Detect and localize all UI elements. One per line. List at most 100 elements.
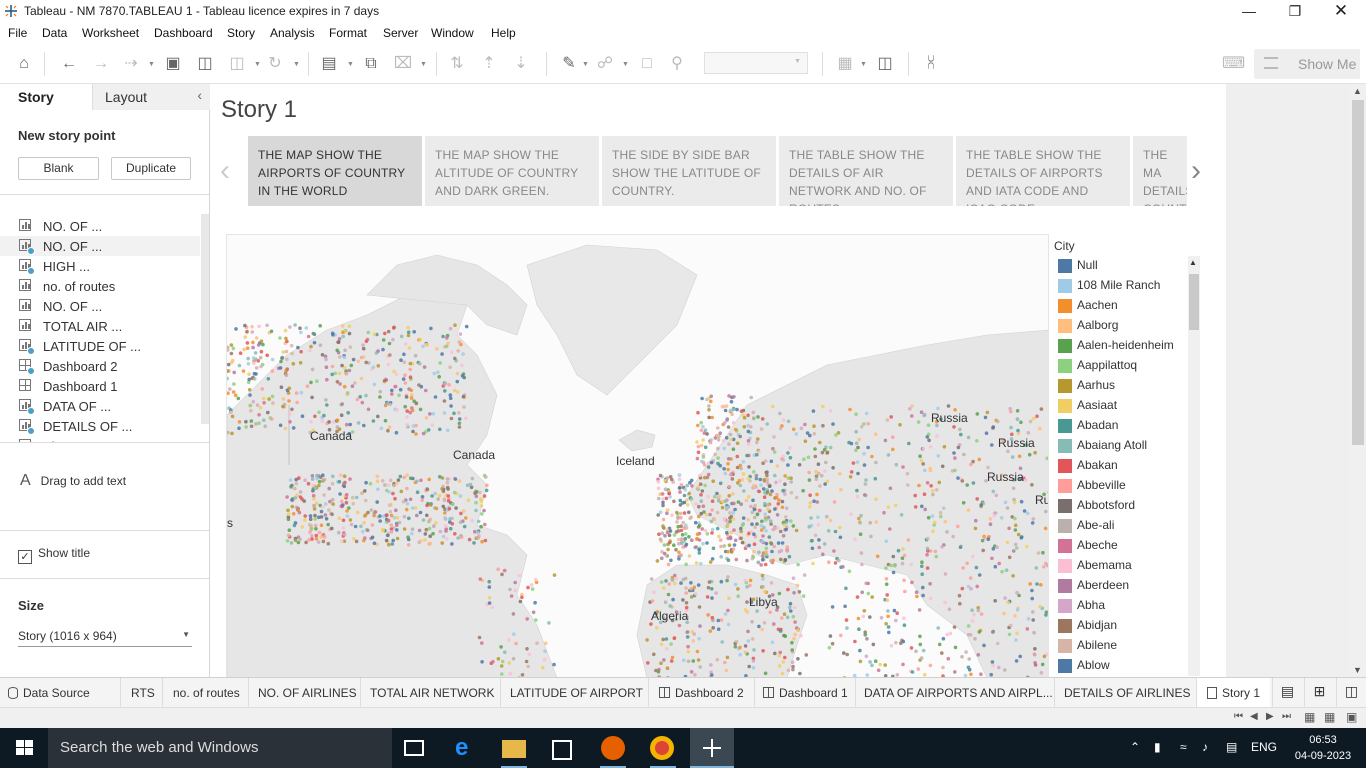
- airports-map[interactable]: Canada Canada Iceland Russia Russia Russ…: [226, 234, 1049, 677]
- story-point-4[interactable]: THE TABLE SHOW THE DETAILS OF AIR NETWOR…: [779, 136, 953, 206]
- tab-story-1[interactable]: Story 1: [1196, 678, 1270, 708]
- duplicate-sheet-icon[interactable]: ⧉: [360, 53, 382, 75]
- firefox-icon[interactable]: [601, 736, 625, 760]
- tab-no-of-airlines[interactable]: NO. OF AIRLINES: [248, 678, 357, 708]
- restore-button[interactable]: ❐: [1272, 0, 1318, 22]
- next-story-point-icon[interactable]: ›: [1191, 154, 1201, 188]
- sort-ascending-icon[interactable]: ⇡: [478, 53, 500, 75]
- undo-icon[interactable]: ←: [58, 53, 80, 75]
- collapse-pane-icon[interactable]: ‹: [197, 87, 202, 103]
- sheet-list-item[interactable]: LATITUDE OF ...: [0, 336, 200, 356]
- story-point-5[interactable]: THE TABLE SHOW THE DETAILS OF AIRPORTS A…: [956, 136, 1130, 206]
- show-me-button[interactable]: Show Me: [1254, 49, 1360, 79]
- highlight-icon[interactable]: ✎: [558, 53, 580, 75]
- replay-icon[interactable]: ⇢: [120, 53, 142, 75]
- clear-sheet-icon[interactable]: ⌧: [392, 53, 414, 75]
- taskbar-clock[interactable]: 06:53 04-09-2023: [1290, 732, 1356, 764]
- sheet-sorter-icon[interactable]: ▦: [1304, 710, 1315, 724]
- last-sheet-icon[interactable]: ⏭: [1282, 711, 1291, 722]
- story-point-3[interactable]: THE SIDE BY SIDE BAR SHOW THE LATITUDE O…: [602, 136, 776, 206]
- menu-analysis[interactable]: Analysis: [270, 26, 315, 40]
- home-icon[interactable]: ⌂: [13, 53, 35, 75]
- menu-story[interactable]: Story: [227, 26, 255, 40]
- new-dashboard-tab-icon[interactable]: ⊞: [1304, 678, 1334, 708]
- tableau-taskbar-button[interactable]: [690, 728, 734, 768]
- sheet-list-item[interactable]: HIGH ...: [0, 256, 200, 276]
- notifications-icon[interactable]: ▤: [1226, 740, 1237, 754]
- labels-icon[interactable]: □: [636, 53, 658, 75]
- show-title-checkbox[interactable]: ✓ Show title: [18, 546, 90, 564]
- fix-axes-icon[interactable]: ⚲: [666, 53, 688, 75]
- story-point-2[interactable]: THE MAP SHOW THE ALTITUDE OF COUNTRY AND…: [425, 136, 599, 206]
- sheet-list-item[interactable]: DETAILS OF ...: [0, 416, 200, 436]
- edge-icon[interactable]: e: [455, 736, 479, 760]
- refresh-icon[interactable]: ↻: [264, 53, 286, 75]
- story-size-dropdown[interactable]: Story (1016 x 964) ▼: [18, 625, 192, 647]
- menu-dashboard[interactable]: Dashboard: [154, 26, 213, 40]
- windows-start-icon[interactable]: [16, 740, 33, 756]
- duplicate-button[interactable]: Duplicate: [111, 157, 191, 180]
- group-icon[interactable]: ☍: [594, 53, 616, 75]
- format-painter-icon[interactable]: ⌨: [1222, 53, 1245, 75]
- pause-updates-icon[interactable]: ◫: [226, 53, 248, 75]
- store-icon[interactable]: [552, 740, 572, 760]
- first-sheet-icon[interactable]: ⏮: [1234, 711, 1243, 722]
- sort-descending-icon[interactable]: ⇣: [510, 53, 532, 75]
- sheet-list-item[interactable]: no. of routes: [0, 276, 200, 296]
- new-story-tab-icon[interactable]: ◫: [1336, 678, 1366, 708]
- tab-data-of-airports[interactable]: DATA OF AIRPORTS AND AIRPL...: [855, 678, 1053, 708]
- tab-rts[interactable]: RTS: [120, 678, 155, 708]
- main-vertical-scrollbar[interactable]: ▲ ▼: [1350, 84, 1366, 677]
- show-cards-icon[interactable]: ▦: [834, 53, 856, 75]
- menu-help[interactable]: Help: [491, 26, 516, 40]
- drag-to-add-text[interactable]: A Drag to add text: [20, 472, 126, 490]
- sheet-list-item[interactable]: Dashboard 1: [0, 376, 200, 396]
- language-indicator[interactable]: ENG: [1251, 740, 1277, 754]
- menu-format[interactable]: Format: [329, 26, 367, 40]
- scroll-down-icon[interactable]: ▼: [1353, 665, 1362, 675]
- legend-scrollbar[interactable]: ▲: [1188, 256, 1200, 676]
- tab-no-of-routes[interactable]: no. of routes: [162, 678, 240, 708]
- blank-button[interactable]: Blank: [18, 157, 99, 180]
- filmstrip-icon[interactable]: ▦: [1324, 710, 1335, 724]
- wifi-icon[interactable]: ≈: [1180, 740, 1187, 754]
- new-datasource-icon[interactable]: ◫: [194, 53, 216, 75]
- new-worksheet-icon[interactable]: ▤: [318, 53, 340, 75]
- scroll-up-icon[interactable]: ▲: [1353, 86, 1362, 96]
- tab-data-source[interactable]: Data Source: [8, 678, 90, 708]
- menu-file[interactable]: File: [8, 26, 27, 40]
- menu-data[interactable]: Data: [42, 26, 67, 40]
- next-sheet-icon[interactable]: ▶: [1266, 711, 1274, 722]
- tab-story[interactable]: Story: [0, 84, 92, 110]
- tab-dashboard-1[interactable]: Dashboard 1: [754, 678, 848, 708]
- close-button[interactable]: ✕: [1318, 0, 1364, 22]
- swap-icon[interactable]: ⇅: [446, 53, 468, 75]
- battery-icon[interactable]: ▮: [1154, 740, 1161, 754]
- sheet-list-item[interactable]: DATA OF ...: [0, 396, 200, 416]
- task-view-icon[interactable]: [404, 740, 424, 756]
- tab-layout[interactable]: Layout ‹: [92, 84, 210, 110]
- volume-icon[interactable]: ♪: [1202, 740, 1208, 754]
- presentation-mode-icon[interactable]: ◫: [874, 53, 896, 75]
- minimize-button[interactable]: —: [1226, 0, 1272, 22]
- story-point-1[interactable]: THE MAP SHOW THE AIRPORTS OF COUNTRY IN …: [248, 136, 422, 206]
- taskbar-search-input[interactable]: Search the web and Windows: [48, 728, 392, 768]
- chevron-up-icon[interactable]: ⌃: [1130, 740, 1140, 754]
- menu-window[interactable]: Window: [431, 26, 474, 40]
- tab-details-of-airlines[interactable]: DETAILS OF AIRLINES: [1054, 678, 1190, 708]
- tab-dashboard-2[interactable]: Dashboard 2: [648, 678, 744, 708]
- fit-dropdown[interactable]: ▼: [704, 52, 808, 74]
- scroll-up-icon[interactable]: ▲: [1189, 258, 1197, 267]
- save-icon[interactable]: ▣: [162, 53, 184, 75]
- sheet-list-item[interactable]: NO. OF ...: [0, 216, 200, 236]
- tab-latitude-of-airport[interactable]: LATITUDE OF AIRPORT: [500, 678, 643, 708]
- tabs-view-icon[interactable]: ▣: [1346, 710, 1357, 724]
- chrome-icon[interactable]: [650, 736, 674, 760]
- sheet-list-item[interactable]: TOTAL AIR ...: [0, 316, 200, 336]
- new-worksheet-tab-icon[interactable]: ▤: [1272, 678, 1302, 708]
- menu-server[interactable]: Server: [383, 26, 418, 40]
- tab-total-air-network[interactable]: TOTAL AIR NETWORK: [360, 678, 494, 708]
- story-point-6[interactable]: THE MA DETAILS COUNTR: [1133, 136, 1187, 206]
- sheet-list-item[interactable]: Dashboard 2: [0, 356, 200, 376]
- sheet-list-item[interactable]: NO. OF ...: [0, 236, 200, 256]
